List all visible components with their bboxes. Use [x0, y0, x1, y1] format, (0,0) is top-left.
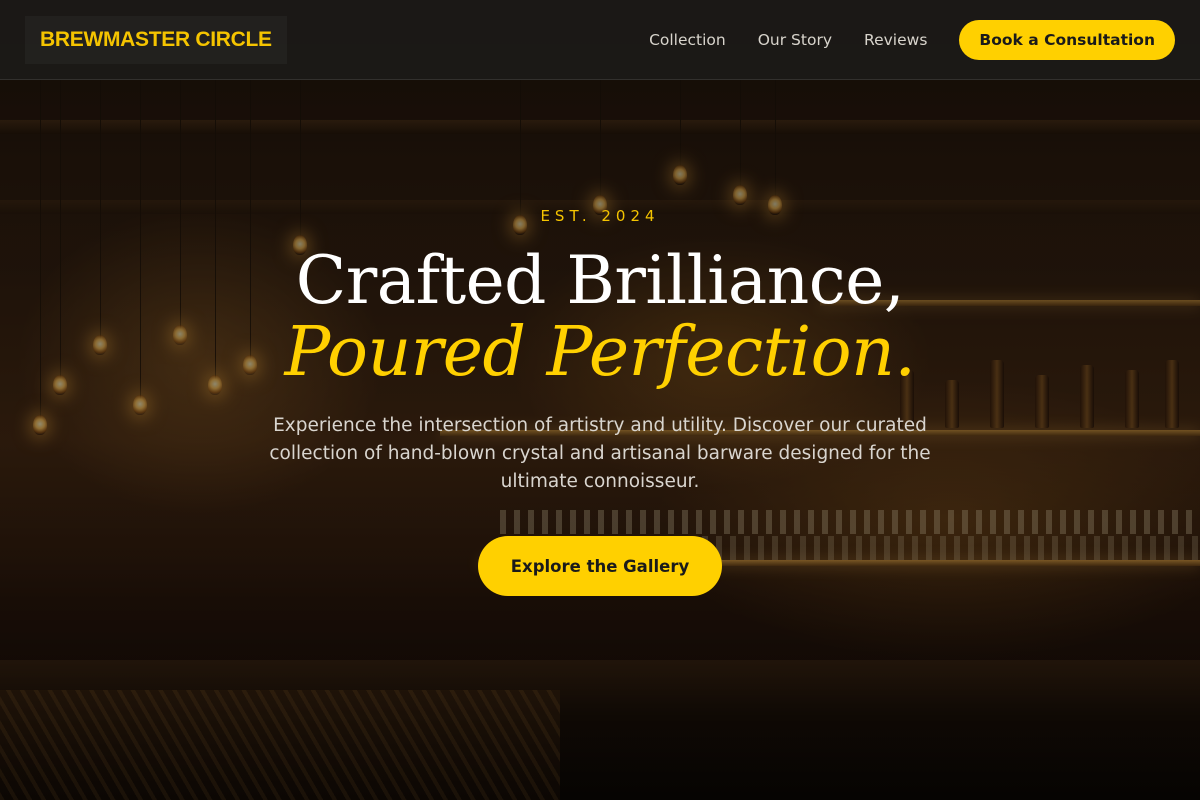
explore-gallery-button[interactable]: Explore the Gallery — [478, 536, 722, 596]
top-navbar: BREWMASTER CIRCLE Collection Our Story R… — [0, 0, 1200, 80]
book-consultation-button[interactable]: Book a Consultation — [959, 19, 1175, 60]
hero-headline: Crafted Brilliance, — [295, 242, 905, 319]
primary-nav: Collection Our Story Reviews Book a Cons… — [649, 19, 1175, 60]
hero-lead-text: Experience the intersection of artistry … — [269, 415, 931, 492]
nav-link-reviews[interactable]: Reviews — [864, 31, 927, 49]
hero-section: EST. 2024 Crafted Brilliance, Poured Per… — [0, 80, 1200, 800]
nav-link-our-story[interactable]: Our Story — [758, 31, 832, 49]
hero-headline-accent: Poured Perfection. — [284, 313, 917, 392]
brand-logo[interactable]: BREWMASTER CIRCLE — [25, 15, 287, 64]
hero-eyebrow: EST. 2024 — [540, 207, 660, 225]
nav-link-collection[interactable]: Collection — [649, 31, 726, 49]
